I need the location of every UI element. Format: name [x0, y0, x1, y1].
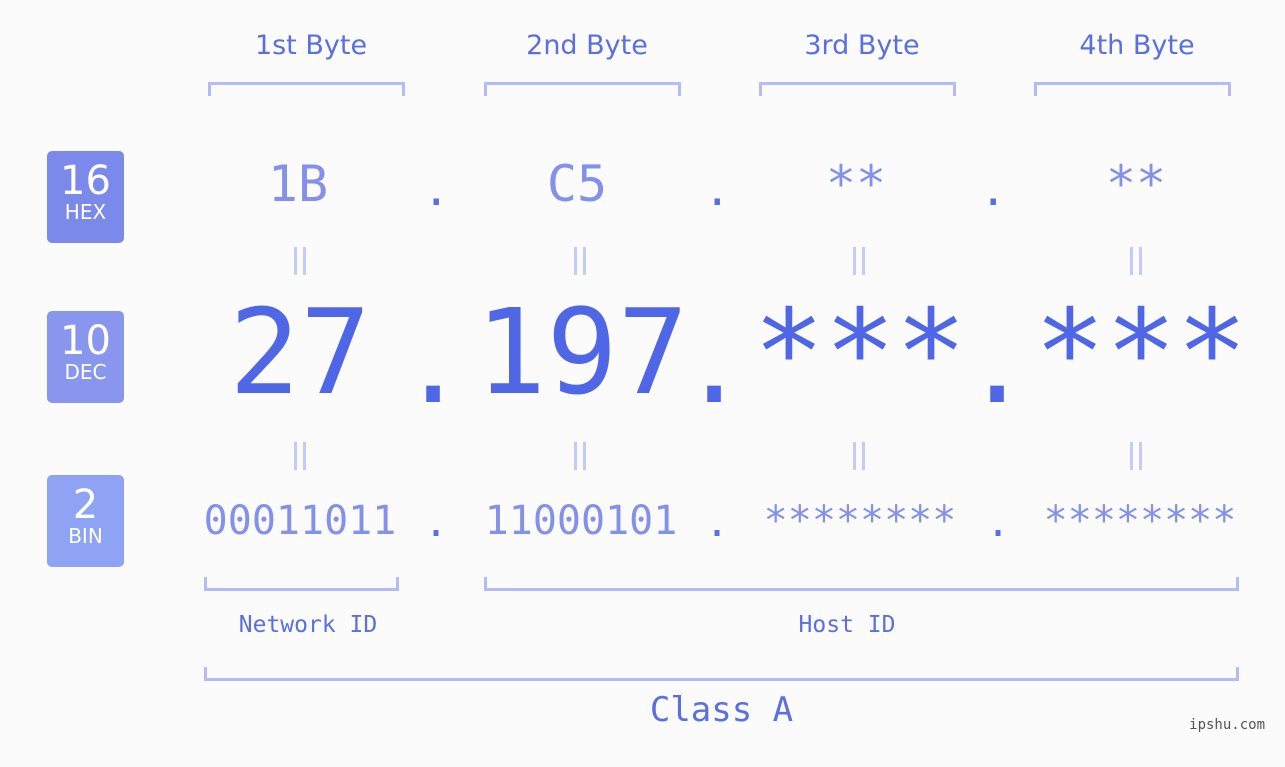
equals-icon: [292, 247, 308, 275]
hex-badge-label: HEX: [64, 200, 107, 224]
bin-dot-1: .: [424, 500, 449, 546]
bin-byte-3: ********: [763, 498, 957, 544]
host-id-label: Host ID: [798, 612, 896, 638]
dec-dot-1: .: [400, 300, 467, 428]
hex-badge-number: 16: [60, 158, 111, 204]
dec-byte-4: ***: [1034, 283, 1248, 421]
watermark: ipshu.com: [1189, 717, 1265, 733]
equals-icon: [851, 247, 867, 275]
dec-dot-2: .: [681, 300, 748, 428]
hex-dot-2: .: [704, 165, 731, 216]
bracket-byte-1: [208, 82, 405, 96]
network-id-bracket: [204, 577, 399, 591]
dec-byte-2: 197: [475, 283, 689, 421]
dec-dot-3: .: [964, 300, 1031, 428]
header-byte-1: 1st Byte: [254, 30, 368, 61]
hex-byte-3: **: [825, 155, 887, 213]
class-label: Class A: [649, 690, 794, 730]
dec-badge: 10 DEC: [47, 311, 124, 403]
header-byte-2: 2nd Byte: [526, 30, 648, 61]
dec-byte-1: 27: [228, 283, 372, 421]
bracket-byte-3: [759, 82, 956, 96]
dec-byte-3: ***: [753, 283, 967, 421]
bin-byte-4: ********: [1043, 498, 1237, 544]
hex-byte-2: C5: [546, 155, 608, 213]
equals-icon: [292, 442, 308, 470]
bin-badge-label: BIN: [68, 524, 103, 548]
bin-byte-1: 00011011: [203, 498, 397, 544]
equals-icon: [851, 442, 867, 470]
class-bracket: [204, 667, 1239, 681]
bin-byte-2: 11000101: [484, 498, 678, 544]
hex-dot-3: .: [980, 165, 1007, 216]
bin-badge-number: 2: [72, 482, 99, 528]
host-id-bracket: [484, 577, 1239, 591]
dec-badge-label: DEC: [64, 360, 107, 384]
hex-byte-1: 1B: [267, 155, 329, 213]
hex-badge: 16 HEX: [47, 151, 124, 243]
network-id-label: Network ID: [238, 612, 378, 638]
bracket-byte-4: [1034, 82, 1231, 96]
dec-badge-number: 10: [60, 318, 111, 364]
hex-dot-1: .: [423, 165, 450, 216]
bin-badge: 2 BIN: [47, 475, 124, 567]
equals-icon: [572, 442, 588, 470]
header-byte-3: 3rd Byte: [804, 30, 920, 61]
bin-dot-3: .: [986, 500, 1011, 546]
header-byte-4: 4th Byte: [1079, 30, 1195, 61]
equals-icon: [1128, 247, 1144, 275]
equals-icon: [572, 247, 588, 275]
equals-icon: [1128, 442, 1144, 470]
bracket-byte-2: [484, 82, 681, 96]
hex-byte-4: **: [1105, 155, 1167, 213]
bin-dot-2: .: [705, 500, 730, 546]
